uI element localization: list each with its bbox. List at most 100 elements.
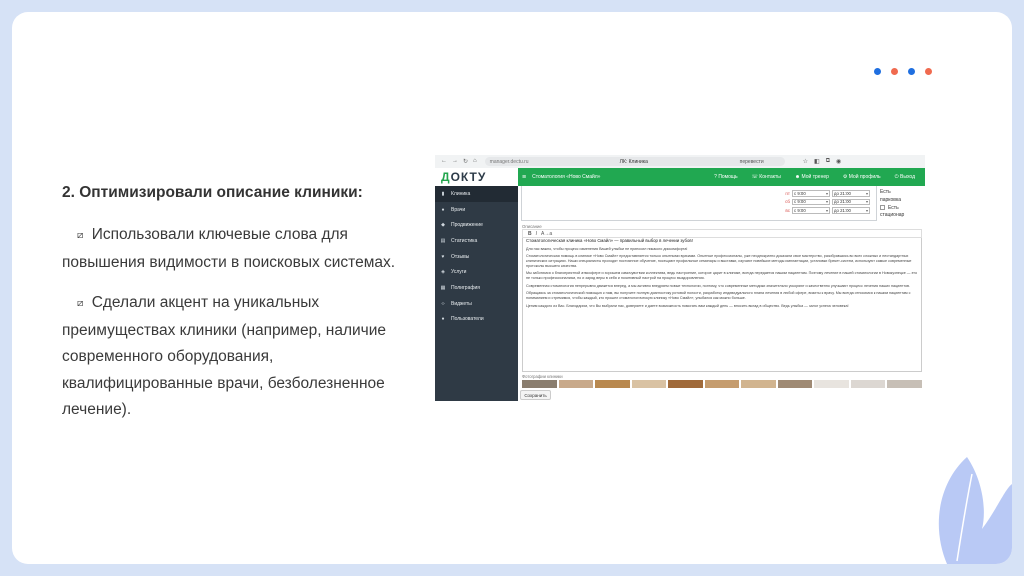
reload-icon[interactable]: ↻	[463, 158, 468, 165]
photo-thumbnail[interactable]	[777, 380, 813, 388]
code-icon: ‹›	[441, 300, 445, 307]
profile-label: Мой профиль	[848, 174, 881, 180]
photo-thumbnail[interactable]	[814, 380, 849, 388]
sidebar-item-label: Клиника	[451, 190, 471, 197]
editor-paragraph: Стоматологическая помощь в клинике «Ново…	[526, 254, 912, 268]
cabinet-screenshot: ← → ↻ ⌂ manager.dectu.ru ЛК: Клиника пер…	[435, 155, 925, 401]
sidebar-item[interactable]: ● Пользователи	[435, 312, 518, 328]
profile-link[interactable]: ⚙ Мой профиль	[843, 174, 881, 180]
logout-link[interactable]: ⏻ Выход	[895, 174, 915, 180]
photo-thumbnail[interactable]	[558, 380, 594, 388]
schedule-row: вс с 9:00 до 21:00	[783, 206, 875, 215]
description-editor[interactable]: Стоматологическая клиника «Ново Смайл» —…	[522, 238, 922, 372]
sidebar-item-label: Врачи	[451, 206, 466, 213]
clinic-selector[interactable]: Стоматология «Ново Смайл»	[532, 174, 600, 180]
top-navbar-actions: ? Помощь ☏ Контакты ☻ Мой тренер ⚙ Мой п…	[714, 174, 915, 180]
clinic-form: пт с 9:00 до 21:00 сб с 9:00 до 21:00 вс…	[518, 186, 925, 401]
time-from-select[interactable]: с 9:00	[792, 190, 830, 197]
manager-link[interactable]: ☻ Мой тренер	[795, 174, 829, 180]
heart-icon: ♥	[441, 253, 445, 260]
photo-thumbnail[interactable]	[668, 380, 703, 388]
schedule: пт с 9:00 до 21:00 сб с 9:00 до 21:00 вс…	[783, 189, 875, 215]
time-to-select[interactable]: до 21:00	[832, 198, 870, 205]
star-icon[interactable]: ☆	[803, 158, 808, 165]
decor-dot	[925, 68, 932, 75]
editor-toolbar: B I A→a	[522, 229, 922, 238]
slide-text: 2. Оптимизировали описание клиники: ⧄ Ис…	[62, 184, 412, 438]
case-button[interactable]: A→a	[541, 231, 552, 237]
time-to-select[interactable]: до 21:00	[832, 207, 870, 214]
print-icon: ▦	[440, 284, 446, 291]
sidebar-item-label: Статистика	[451, 237, 478, 244]
sidebar-item-label: Пользователи	[451, 316, 484, 323]
sidebar-item[interactable]: ▮ Клиника	[435, 186, 518, 202]
time-from-select[interactable]: с 9:00	[792, 198, 830, 205]
forward-icon[interactable]: →	[452, 158, 458, 165]
profile-icon[interactable]: ◉	[836, 158, 841, 165]
bullet-marker-icon: ⧄	[77, 298, 84, 309]
translate-label[interactable]: перевести	[740, 159, 764, 165]
editor-paragraph: Для нас важно, чтобы процесс изменения В…	[526, 246, 688, 251]
clinic-icon: ▮	[441, 190, 445, 197]
address-bar[interactable]: manager.dectu.ru ЛК: Клиника перевести	[484, 157, 785, 166]
sidebar-item[interactable]: ● Врачи	[435, 202, 518, 218]
editor-paragraph: Стоматологическая клиника «Ново Смайл» —…	[526, 238, 693, 243]
editor-paragraph: Обращаясь за стоматологической помощью к…	[526, 291, 911, 300]
bullet-text: Сделали акцент на уникальных преимуществ…	[62, 294, 387, 418]
sidebar-item-label: Виджеты	[451, 300, 472, 307]
photo-thumbnail[interactable]	[887, 380, 923, 388]
sidebar-item[interactable]: ◆ Продвижение	[435, 217, 518, 233]
leaf-shape	[938, 457, 1012, 564]
url-text: manager.dectu.ru	[489, 158, 529, 165]
decor-dot	[908, 68, 915, 75]
sidebar-item-label: Продвижение	[451, 222, 483, 229]
collections-icon[interactable]: ⧉	[826, 158, 830, 165]
help-link[interactable]: ? Помощь	[714, 174, 737, 180]
editor-paragraph: Ценим каждого из Вас. Благодарим, что Вы…	[526, 303, 849, 308]
user-icon: ●	[441, 316, 445, 323]
photos-label: Фотографии клиники	[522, 374, 563, 379]
sidebar-item[interactable]: ♥ Отзывы	[435, 249, 518, 265]
photo-thumbnail[interactable]	[522, 380, 557, 388]
sidebar-item[interactable]: ▦ Полиграфия	[435, 280, 518, 296]
page-title: ЛК: Клиника	[619, 158, 648, 165]
contacts-label: Контакты	[759, 174, 781, 180]
decor-dot	[891, 68, 898, 75]
photo-thumbnail[interactable]	[741, 380, 776, 388]
decor-dot	[874, 68, 881, 75]
sidebar-item[interactable]: ◈ Услуги	[435, 264, 518, 280]
day-label: сб	[785, 199, 790, 205]
contacts-link[interactable]: ☏ Контакты	[752, 174, 781, 180]
bullet-marker-icon: ⧄	[77, 230, 84, 241]
top-navbar: ≡ Стоматология «Ново Смайл» ? Помощь ☏ К…	[518, 168, 925, 186]
photo-thumbnail[interactable]	[850, 380, 886, 388]
menu-icon[interactable]: ≡	[522, 174, 526, 181]
inpatient-line: Есть	[888, 204, 899, 211]
inpatient-checkbox[interactable]: Есть	[880, 204, 920, 213]
inpatient-line: стационар	[880, 212, 905, 219]
logo-text: ОКТУ	[450, 170, 487, 184]
extensions-icon[interactable]: ◧	[814, 158, 820, 165]
italic-button[interactable]: I	[536, 231, 537, 237]
time-from-select[interactable]: с 9:00	[792, 207, 830, 214]
sidebar-item-label: Услуги	[451, 269, 467, 276]
manager-label: Мой тренер	[801, 174, 829, 180]
schedule-row: пт с 9:00 до 21:00	[783, 189, 875, 198]
photo-thumbnail[interactable]	[631, 380, 667, 388]
photo-thumbnail[interactable]	[595, 380, 630, 388]
day-label: пт	[785, 190, 790, 196]
back-icon[interactable]: ←	[441, 158, 447, 165]
sidebar-item[interactable]: ‹› Виджеты	[435, 296, 518, 312]
slide-heading: 2. Оптимизировали описание клиники:	[62, 184, 363, 201]
logout-label: Выход	[900, 174, 915, 180]
schedule-row: сб с 9:00 до 21:00	[783, 198, 875, 207]
bullet-text: Использовали ключевые слова для повышени…	[62, 226, 396, 271]
bold-button[interactable]: B	[528, 231, 532, 237]
save-button[interactable]: Сохранить	[520, 390, 551, 400]
photo-thumbnail[interactable]	[704, 380, 740, 388]
sidebar-item-label: Отзывы	[451, 253, 470, 260]
home-icon[interactable]: ⌂	[473, 158, 477, 165]
checkbox-icon[interactable]	[880, 204, 885, 210]
sidebar-item[interactable]: ▤ Статистика	[435, 233, 518, 249]
time-to-select[interactable]: до 21:00	[832, 190, 870, 197]
